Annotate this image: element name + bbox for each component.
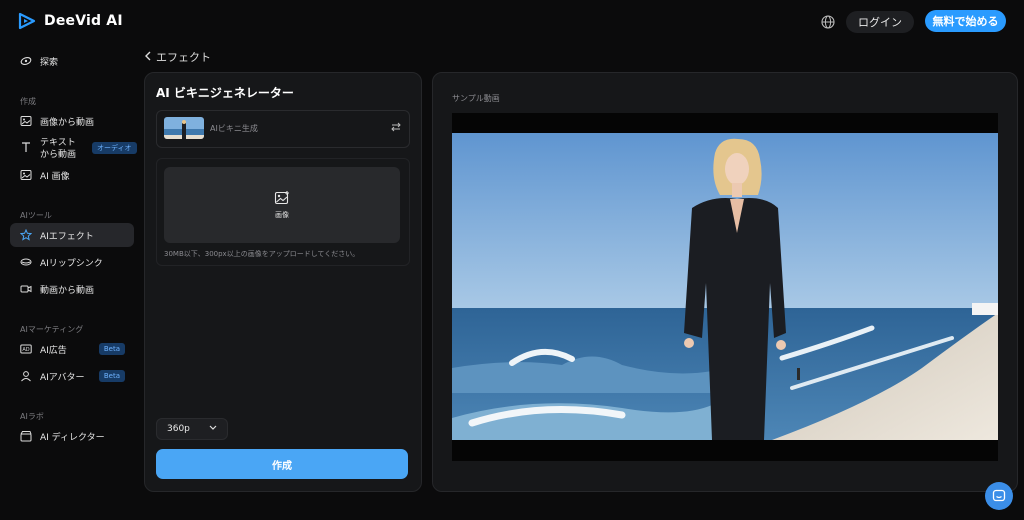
compass-icon <box>20 55 32 67</box>
sidebar-item-label: AI 画像 <box>40 171 70 182</box>
sidebar-item-ai-effect[interactable]: AIエフェクト <box>10 223 134 247</box>
sidebar-item-ai-ads[interactable]: AD AI広告 Beta <box>20 339 125 359</box>
svg-text:AD: AD <box>22 347 29 353</box>
resolution-select[interactable]: 360p <box>156 418 228 440</box>
sidebar-section-ai-tools: AIツール <box>20 211 52 220</box>
beta-badge: Beta <box>98 343 125 355</box>
create-button[interactable]: 作成 <box>156 449 408 479</box>
sidebar-item-label: 探索 <box>40 57 59 68</box>
ad-icon: AD <box>20 343 32 355</box>
sidebar-item-video-to-video[interactable]: 動画から動画 <box>20 279 94 299</box>
sidebar-item-ai-director[interactable]: AI ディレクター <box>20 426 105 446</box>
sidebar-item-label: AIアバター <box>40 372 85 383</box>
sidebar-section-create: 作成 <box>20 97 36 106</box>
beta-badge: Beta <box>98 370 125 382</box>
model-name: AIビキニ生成 <box>210 124 258 133</box>
upload-note: 30MB以下、300px以上の画像をアップロードしてください。 <box>164 250 360 258</box>
sidebar-item-explore[interactable]: 探索 <box>20 51 58 71</box>
image-icon <box>20 169 32 181</box>
sample-video-frame <box>452 133 998 440</box>
chat-icon <box>992 489 1006 502</box>
logo-icon <box>18 12 36 30</box>
image-icon <box>20 115 32 127</box>
sidebar-item-image-to-video[interactable]: 画像から動画 <box>20 111 94 131</box>
text-icon <box>20 141 32 153</box>
sidebar-item-ai-avatar[interactable]: AIアバター Beta <box>20 366 125 386</box>
language-globe-icon[interactable] <box>820 14 836 30</box>
image-upload-dropzone[interactable]: 画像 <box>164 167 400 243</box>
swap-icon[interactable] <box>391 122 401 132</box>
sidebar-item-label: AI ディレクター <box>40 432 105 443</box>
sidebar-item-label: AIエフェクト <box>40 231 94 242</box>
sidebar-item-label: AIリップシンク <box>40 258 103 269</box>
image-upload-icon <box>274 191 289 205</box>
breadcrumb-back[interactable]: エフェクト <box>144 49 211 65</box>
chevron-down-icon <box>209 424 217 434</box>
video-camera-icon <box>20 283 32 295</box>
chevron-left-icon <box>144 51 152 64</box>
sidebar-item-label: 画像から動画 <box>40 117 95 128</box>
user-icon <box>20 370 32 382</box>
brand-name: DeeVid AI <box>44 13 123 29</box>
star-icon <box>20 229 32 241</box>
resolution-value: 360p <box>167 424 190 434</box>
sidebar-item-ai-lipsync[interactable]: AIリップシンク <box>20 252 103 272</box>
brand-logo[interactable]: DeeVid AI <box>18 12 123 30</box>
model-thumbnail <box>164 117 204 139</box>
sidebar-section-ai-marketing: AIマーケティング <box>20 325 84 334</box>
sidebar-section-ai-lab: AIラボ <box>20 412 44 421</box>
sidebar-item-text-to-video[interactable]: テキストから動画 オーディオ <box>20 137 137 161</box>
clapperboard-icon <box>20 430 32 442</box>
sample-video-label: サンプル動画 <box>452 94 500 103</box>
sidebar-item-label: 動画から動画 <box>40 285 95 296</box>
chat-support-button[interactable] <box>985 482 1013 510</box>
page-title: AI ビキニジェネレーター <box>156 86 294 100</box>
sidebar-item-ai-image[interactable]: AI 画像 <box>20 165 70 185</box>
start-free-button[interactable]: 無料で始める <box>925 10 1006 32</box>
breadcrumb-label: エフェクト <box>156 51 211 64</box>
sidebar-item-label: AI広告 <box>40 345 67 356</box>
lips-icon <box>20 256 32 268</box>
login-button[interactable]: ログイン <box>846 11 914 33</box>
sidebar-item-label: テキストから動画 <box>40 138 77 160</box>
upload-label: 画像 <box>275 211 289 219</box>
audio-badge: オーディオ <box>92 142 137 154</box>
